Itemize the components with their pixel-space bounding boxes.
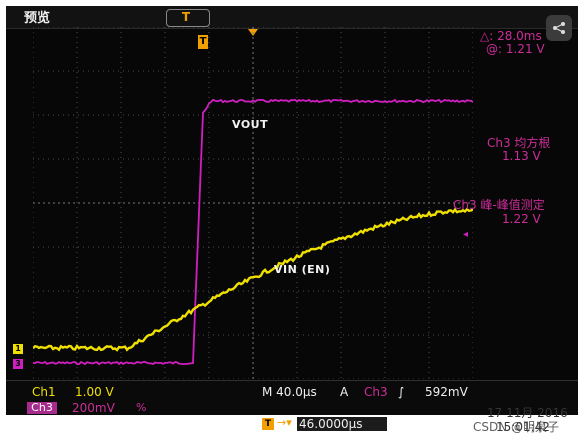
vout-label: VOUT	[232, 118, 269, 131]
ch3-badge: Ch3	[27, 402, 57, 414]
pk2pk-label: Ch3 峰-峰值测定	[453, 198, 545, 212]
ch1-ground-marker-icon: 1	[13, 344, 23, 354]
horizontal-arrow-icon: →▾	[277, 416, 292, 429]
rms-value: 1.13 V	[502, 149, 541, 163]
top-status-bar: 预览 T	[6, 6, 578, 29]
ch3-bandwidth-icon: %	[136, 401, 147, 414]
ch1-label: Ch1	[32, 385, 56, 399]
ch1-scale: 1.00 V	[75, 385, 114, 399]
pk2pk-value: 1.22 V	[502, 212, 541, 226]
share-button[interactable]	[546, 15, 572, 41]
graticule-center	[33, 27, 473, 379]
trigger-slope-icon: ∫	[398, 385, 405, 399]
waveform-svg	[33, 27, 473, 379]
waveform-plot	[33, 27, 473, 379]
trigger-position-icon: T	[181, 10, 191, 24]
ch3-ground-marker-icon: 3	[13, 359, 23, 369]
mode-label: 预览	[24, 11, 51, 26]
ch3-offset-marker-icon: ◂	[463, 229, 469, 240]
horizontal-position: 46.0000µs	[297, 417, 387, 431]
trigger-level: 592mV	[425, 385, 468, 399]
horizontal-trigger-icon: T	[262, 418, 274, 430]
watermark: CSDN @明泉子	[473, 420, 560, 434]
cursor-value-readout: @: 1.21 V	[486, 42, 545, 56]
vin-label: VIN (EN)	[274, 263, 331, 276]
trigger-source: Ch3	[364, 385, 388, 399]
timebase-readout: M 40.0µs	[262, 385, 317, 399]
trigger-mode: A	[340, 385, 349, 399]
ch3-scale: 200mV	[72, 401, 115, 415]
share-icon	[553, 22, 565, 34]
